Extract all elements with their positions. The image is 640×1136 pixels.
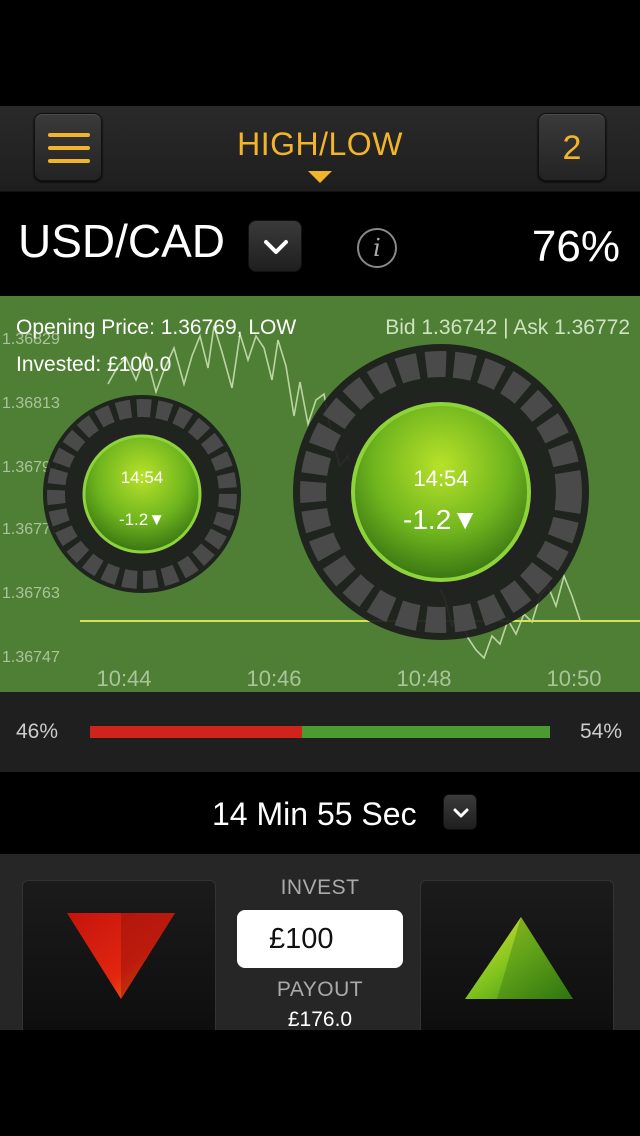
x-axis-ticks: 10:44 10:46 10:48 10:50 <box>96 666 601 691</box>
menu-button[interactable] <box>34 113 102 181</box>
chevron-down-icon <box>264 240 288 254</box>
payout-value: £176.0 <box>287 1008 353 1031</box>
y-tick-label: 1.36763 <box>2 585 60 602</box>
bottom-bar-area <box>0 1030 640 1136</box>
open-trades-button[interactable]: 2 <box>538 113 606 181</box>
expiry-row: 14 Min 55 Sec <box>0 772 640 854</box>
arrow-down-triangle-icon <box>67 913 175 999</box>
small-timer-wheel <box>43 395 241 593</box>
sentiment-high-percent: 54% <box>579 720 622 743</box>
trade-type-selector[interactable]: HIGH/LOW <box>200 126 440 186</box>
bid-ask-label: Bid 1.36742 | Ask 1.36772 <box>385 316 630 339</box>
invest-amount-input[interactable] <box>237 910 403 968</box>
x-tick-label: 10:48 <box>396 666 451 691</box>
payout-percent: 76% <box>531 222 620 271</box>
small-timer-time: 14:54 <box>120 468 164 487</box>
caret-down-icon <box>308 171 332 183</box>
asset-row: USD/CAD i 76% <box>0 192 640 296</box>
x-tick-label: 10:46 <box>246 666 301 691</box>
sentiment-low-percent: 46% <box>16 720 59 743</box>
app-header: HIGH/LOW 2 <box>0 106 640 192</box>
x-tick-label: 10:50 <box>546 666 601 691</box>
opening-price-label: Opening Price: 1.36769, LOW <box>16 316 297 339</box>
asset-name[interactable]: USD/CAD <box>18 214 225 268</box>
small-timer-value: -1.2▼ <box>118 510 166 529</box>
asset-dropdown-button[interactable] <box>248 220 302 272</box>
large-timer-wheel <box>293 344 589 640</box>
sentiment-bar <box>90 726 550 738</box>
hamburger-icon <box>48 133 90 137</box>
chevron-down-icon <box>453 808 469 818</box>
high-trade-button[interactable] <box>420 880 614 1030</box>
info-icon[interactable]: i <box>357 228 397 268</box>
trade-type-title: HIGH/LOW <box>237 126 403 162</box>
y-tick-label: 1.36747 <box>2 649 60 666</box>
expiry-label[interactable]: 14 Min 55 Sec <box>212 796 417 833</box>
status-bar-area <box>0 0 640 106</box>
x-tick-label: 10:44 <box>96 666 151 691</box>
trade-panel: INVEST PAYOUT £176.0 <box>0 854 640 1031</box>
sentiment-low-fill <box>90 726 302 738</box>
sentiment-bar-row: 46% 54% <box>0 692 640 772</box>
invested-label: Invested: £100.0 <box>16 353 172 376</box>
low-trade-button[interactable] <box>22 880 216 1030</box>
arrow-up-triangle-icon <box>465 917 573 999</box>
large-timer-value: -1.2▼ <box>403 504 479 535</box>
large-timer-time: 14:54 <box>413 466 469 491</box>
invest-label: INVEST <box>280 876 360 899</box>
payout-label: PAYOUT <box>276 978 364 1001</box>
y-tick-label: 1.36813 <box>2 395 60 412</box>
expiry-dropdown-button[interactable] <box>443 794 477 830</box>
price-chart[interactable]: 1.36829 1.36813 1.36797 1.36779 1.36763 1.367… <box>0 296 640 692</box>
